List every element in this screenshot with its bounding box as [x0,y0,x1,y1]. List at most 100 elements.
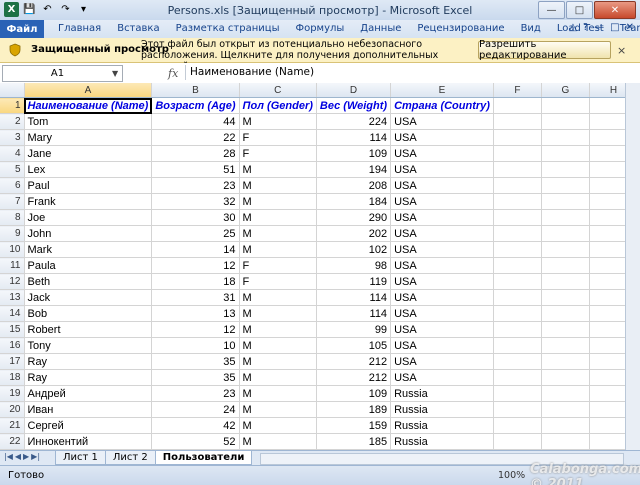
cell-a11[interactable]: Paula [24,257,153,274]
column-header-c[interactable]: C [239,83,317,98]
cell-f22[interactable] [493,433,542,450]
cell-g20[interactable] [541,401,590,418]
cell-b11[interactable]: 12 [151,257,240,274]
cell-a15[interactable]: Robert [24,321,153,338]
cell-g10[interactable] [541,241,590,258]
cell-a8[interactable]: Joe [24,209,153,226]
cell-e2[interactable]: USA [390,113,494,130]
sheet-tab-list2[interactable]: Лист 2 [104,451,156,465]
cell-f15[interactable] [493,321,542,338]
cell-d20[interactable]: 189 [316,401,392,418]
select-all-corner[interactable] [0,83,25,98]
cell-d22[interactable]: 185 [316,433,392,450]
sheet-tab-users[interactable]: Пользователи [154,451,253,465]
tab-view[interactable]: Вид [513,20,549,38]
cell-d1[interactable]: Вес (Weight) [316,97,392,114]
cell-c1[interactable]: Пол (Gender) [239,97,317,114]
cell-b9[interactable]: 25 [151,225,240,242]
cell-b16[interactable]: 10 [151,337,240,354]
first-sheet-icon[interactable]: |◀ [4,452,13,461]
cell-a7[interactable]: Frank [24,193,153,210]
cell-f4[interactable] [493,145,542,162]
cell-g5[interactable] [541,161,590,178]
cell-e9[interactable]: USA [390,225,494,242]
ribbon-close-icon[interactable]: ✕ [626,22,634,33]
tab-data[interactable]: Данные [352,20,409,38]
cell-e13[interactable]: USA [390,289,494,306]
row-header[interactable]: 17 [0,353,25,370]
cell-d14[interactable]: 114 [316,305,392,322]
cell-f5[interactable] [493,161,542,178]
tab-review[interactable]: Рецензирование [409,20,512,38]
cell-d5[interactable]: 194 [316,161,392,178]
cell-f1[interactable] [493,97,542,114]
cell-b12[interactable]: 18 [151,273,240,290]
cell-c17[interactable]: M [239,353,317,370]
row-header[interactable]: 19 [0,385,25,402]
formula-input[interactable]: Наименование (Name) [185,65,620,80]
cell-b4[interactable]: 28 [151,145,240,162]
row-header[interactable]: 15 [0,321,25,338]
cell-c10[interactable]: M [239,241,317,258]
cell-e10[interactable]: USA [390,241,494,258]
cell-b19[interactable]: 23 [151,385,240,402]
cell-a19[interactable]: Андрей [24,385,153,402]
cell-c6[interactable]: M [239,177,317,194]
cell-b18[interactable]: 35 [151,369,240,386]
cell-d19[interactable]: 109 [316,385,392,402]
cell-e6[interactable]: USA [390,177,494,194]
cell-d9[interactable]: 202 [316,225,392,242]
row-header[interactable]: 14 [0,305,25,322]
cell-f13[interactable] [493,289,542,306]
cell-e12[interactable]: USA [390,273,494,290]
cell-b10[interactable]: 14 [151,241,240,258]
next-sheet-icon[interactable]: ▶ [23,452,29,461]
cell-f17[interactable] [493,353,542,370]
cell-f21[interactable] [493,417,542,434]
cell-g15[interactable] [541,321,590,338]
vertical-scrollbar[interactable] [625,83,640,450]
cell-f18[interactable] [493,369,542,386]
cell-a6[interactable]: Paul [24,177,153,194]
cell-c4[interactable]: F [239,145,317,162]
cell-g6[interactable] [541,177,590,194]
cell-c15[interactable]: M [239,321,317,338]
cell-c21[interactable]: M [239,417,317,434]
cell-g22[interactable] [541,433,590,450]
cell-c14[interactable]: M [239,305,317,322]
cell-a2[interactable]: Tom [24,113,153,130]
cell-g1[interactable] [541,97,590,114]
cell-c7[interactable]: M [239,193,317,210]
row-header[interactable]: 3 [0,129,25,146]
cell-f8[interactable] [493,209,542,226]
cell-b14[interactable]: 13 [151,305,240,322]
cell-c19[interactable]: M [239,385,317,402]
cell-f16[interactable] [493,337,542,354]
cell-g12[interactable] [541,273,590,290]
zoom-level[interactable]: 100% [498,470,525,481]
cell-g18[interactable] [541,369,590,386]
cell-g14[interactable] [541,305,590,322]
cell-f12[interactable] [493,273,542,290]
cell-b2[interactable]: 44 [151,113,240,130]
cell-g7[interactable] [541,193,590,210]
cell-d4[interactable]: 109 [316,145,392,162]
row-header[interactable]: 16 [0,337,25,354]
cell-a13[interactable]: Jack [24,289,153,306]
cell-e7[interactable]: USA [390,193,494,210]
tab-page-layout[interactable]: Разметка страницы [168,20,288,38]
tab-home[interactable]: Главная [50,20,109,38]
cell-e21[interactable]: Russia [390,417,494,434]
insert-function-icon[interactable]: fx [168,67,178,80]
row-header[interactable]: 20 [0,401,25,418]
ribbon-restore-icon[interactable]: □ [610,22,619,33]
row-header[interactable]: 9 [0,225,25,242]
row-header[interactable]: 22 [0,433,25,450]
cell-a10[interactable]: Mark [24,241,153,258]
cell-e20[interactable]: Russia [390,401,494,418]
row-header[interactable]: 5 [0,161,25,178]
cell-e4[interactable]: USA [390,145,494,162]
last-sheet-icon[interactable]: ▶| [31,452,40,461]
cell-a9[interactable]: John [24,225,153,242]
cell-c12[interactable]: F [239,273,317,290]
